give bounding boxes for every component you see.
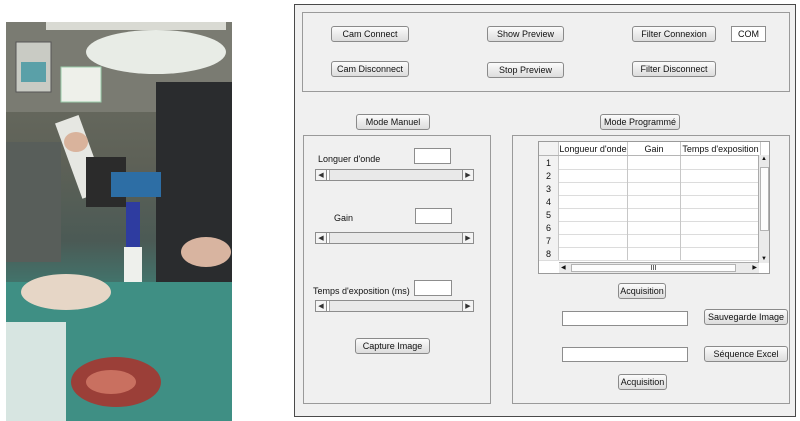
table-cell[interactable] xyxy=(681,247,761,260)
table-header: Longueur d'onde Gain Temps d'exposition xyxy=(539,142,761,156)
table-row[interactable]: 6 xyxy=(539,221,761,235)
slider-right-arrow-icon[interactable]: ▶ xyxy=(462,301,473,311)
wavelength-label: Longuer d'onde xyxy=(318,154,381,164)
table-cell[interactable] xyxy=(681,208,761,221)
excel-path-field[interactable] xyxy=(562,347,688,362)
slider-left-arrow-icon[interactable]: ◀ xyxy=(316,301,327,311)
scroll-down-arrow-icon[interactable]: ▼ xyxy=(760,256,768,262)
table-cell[interactable] xyxy=(559,182,628,195)
exposure-field[interactable] xyxy=(414,280,452,296)
table-cell[interactable] xyxy=(628,247,681,260)
row-number: 6 xyxy=(539,221,559,234)
row-number: 8 xyxy=(539,247,559,260)
filter-connexion-button[interactable]: Filter Connexion xyxy=(632,26,716,42)
table-cell[interactable] xyxy=(628,221,681,234)
stop-preview-button[interactable]: Stop Preview xyxy=(487,62,564,78)
exposure-label: Temps d'exposition (ms) xyxy=(313,286,410,296)
corner-cell xyxy=(539,142,559,155)
row-number: 1 xyxy=(539,156,559,169)
wavelength-slider[interactable]: ◀ ▶ xyxy=(315,169,474,181)
vertical-scroll-thumb[interactable] xyxy=(760,167,769,231)
gain-field[interactable] xyxy=(415,208,452,224)
table-cell[interactable] xyxy=(628,208,681,221)
image-path-field[interactable] xyxy=(562,311,688,326)
save-image-button[interactable]: Sauvegarde Image xyxy=(704,309,788,325)
excel-sequence-button[interactable]: Séquence Excel xyxy=(704,346,788,362)
table-cell[interactable] xyxy=(559,247,628,260)
table-row[interactable]: 4 xyxy=(539,195,761,209)
table-cell[interactable] xyxy=(628,234,681,247)
row-number: 5 xyxy=(539,208,559,221)
row-number: 4 xyxy=(539,195,559,208)
row-number: 3 xyxy=(539,182,559,195)
filter-disconnect-button[interactable]: Filter Disconnect xyxy=(632,61,716,77)
table-vertical-scrollbar[interactable]: ▲ ▼ xyxy=(758,155,769,263)
slider-thumb[interactable] xyxy=(327,233,330,243)
table-cell[interactable] xyxy=(681,195,761,208)
scroll-right-arrow-icon[interactable]: ▶ xyxy=(752,264,757,271)
table-row[interactable]: 3 xyxy=(539,182,761,196)
acquisition-bottom-button[interactable]: Acquisition xyxy=(618,374,667,390)
scroll-left-arrow-icon[interactable]: ◀ xyxy=(561,264,566,271)
table-row[interactable]: 1 xyxy=(539,156,761,170)
slider-left-arrow-icon[interactable]: ◀ xyxy=(316,170,327,180)
mode-programmed-button[interactable]: Mode Programmé xyxy=(600,114,680,130)
sequence-table[interactable]: Longueur d'onde Gain Temps d'exposition … xyxy=(538,141,770,274)
table-cell[interactable] xyxy=(559,234,628,247)
table-cell[interactable] xyxy=(628,169,681,182)
table-cell[interactable] xyxy=(681,169,761,182)
table-row[interactable]: 5 xyxy=(539,208,761,222)
photo-illustration xyxy=(6,22,232,421)
table-cell[interactable] xyxy=(559,156,628,169)
connection-group xyxy=(302,12,790,92)
table-row[interactable]: 7 xyxy=(539,234,761,248)
slider-right-arrow-icon[interactable]: ▶ xyxy=(462,233,473,243)
slider-thumb[interactable] xyxy=(327,170,330,180)
column-header-exposure[interactable]: Temps d'exposition xyxy=(681,142,761,155)
column-header-wavelength[interactable]: Longueur d'onde xyxy=(559,142,628,155)
table-row[interactable]: 8 xyxy=(539,247,761,261)
acquisition-top-button[interactable]: Acquisition xyxy=(618,283,666,299)
cam-disconnect-button[interactable]: Cam Disconnect xyxy=(331,61,409,77)
wavelength-field[interactable] xyxy=(414,148,451,164)
table-cell[interactable] xyxy=(628,182,681,195)
table-cell[interactable] xyxy=(559,195,628,208)
table-cell[interactable] xyxy=(681,221,761,234)
table-cell[interactable] xyxy=(681,156,761,169)
row-number: 2 xyxy=(539,169,559,182)
table-cell[interactable] xyxy=(559,208,628,221)
table-horizontal-scrollbar[interactable]: ◀ III ▶ xyxy=(559,262,759,273)
table-cell[interactable] xyxy=(681,234,761,247)
table-cell[interactable] xyxy=(628,156,681,169)
slider-right-arrow-icon[interactable]: ▶ xyxy=(462,170,473,180)
table-cell[interactable] xyxy=(681,182,761,195)
horizontal-scroll-thumb[interactable]: III xyxy=(571,264,736,272)
exposure-slider[interactable]: ◀ ▶ xyxy=(315,300,474,312)
com-port-field[interactable]: COM xyxy=(731,26,766,42)
slider-thumb[interactable] xyxy=(327,301,330,311)
capture-image-button[interactable]: Capture Image xyxy=(355,338,430,354)
gain-slider[interactable]: ◀ ▶ xyxy=(315,232,474,244)
slider-left-arrow-icon[interactable]: ◀ xyxy=(316,233,327,243)
scroll-up-arrow-icon[interactable]: ▲ xyxy=(760,156,768,162)
show-preview-button[interactable]: Show Preview xyxy=(487,26,564,42)
lab-photo xyxy=(6,22,232,421)
column-header-gain[interactable]: Gain xyxy=(628,142,681,155)
mode-manual-button[interactable]: Mode Manuel xyxy=(356,114,430,130)
table-cell[interactable] xyxy=(628,195,681,208)
table-cell[interactable] xyxy=(559,221,628,234)
table-cell[interactable] xyxy=(559,169,628,182)
table-row[interactable]: 2 xyxy=(539,169,761,183)
row-number: 7 xyxy=(539,234,559,247)
gain-label: Gain xyxy=(334,213,354,223)
cam-connect-button[interactable]: Cam Connect xyxy=(331,26,409,42)
